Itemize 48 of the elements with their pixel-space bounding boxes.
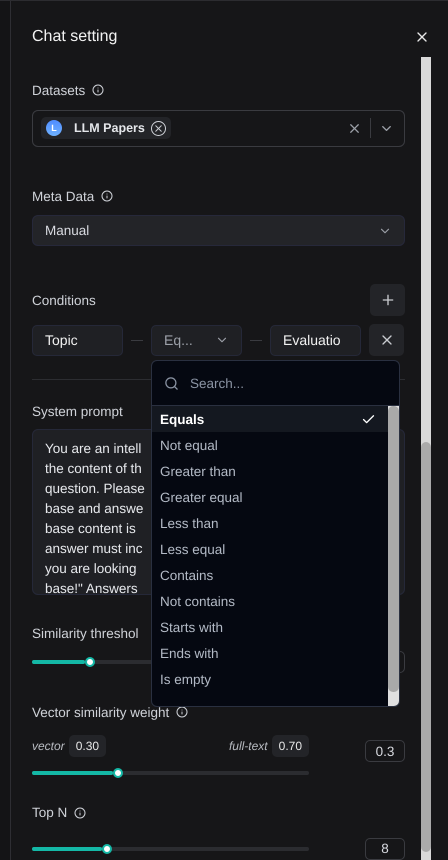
add-button[interactable] <box>370 284 405 316</box>
condition-field[interactable]: Topic <box>32 324 123 356</box>
weight-label: full-text <box>228 739 268 754</box>
slider-track[interactable] <box>32 771 309 776</box>
menu-option[interactable]: Starts with <box>152 614 388 640</box>
info-icon <box>74 806 86 819</box>
remove-button[interactable] <box>369 324 404 356</box>
field-label: Datasets <box>32 82 86 98</box>
menu-option[interactable]: Equals <box>152 406 388 432</box>
slider-handle[interactable] <box>85 656 96 667</box>
search-field[interactable]: Search... <box>188 374 387 392</box>
slider-track[interactable] <box>32 846 309 851</box>
field-label: Top N <box>32 805 68 820</box>
value-field[interactable]: 8 <box>365 838 405 860</box>
field-label: Vector similarity weight <box>32 704 170 720</box>
value-field[interactable]: 0.3 <box>365 740 405 762</box>
weight-label: vector <box>32 739 65 754</box>
info-icon <box>101 190 114 202</box>
menu-option[interactable]: Not contains <box>152 588 388 614</box>
menu-scrollbar[interactable] <box>388 406 399 706</box>
menu-option[interactable]: Greater than <box>152 458 388 484</box>
menu-option[interactable]: Ends with <box>152 640 388 666</box>
field-label: System prompt <box>32 404 123 419</box>
menu-option[interactable]: Greater equal <box>152 484 388 510</box>
operator-select[interactable]: Eq... <box>151 324 242 356</box>
panel-scrollbar[interactable] <box>421 57 431 860</box>
dataset-avatar: L <box>46 120 62 136</box>
field-label: Meta Data <box>32 188 94 204</box>
remove-icon[interactable] <box>150 120 166 136</box>
dataset-select[interactable]: L LLM Papers <box>32 110 405 147</box>
menu-option[interactable]: Contains <box>152 562 388 588</box>
menu-option[interactable]: Less equal <box>152 536 388 562</box>
menu-option[interactable]: Is empty <box>152 666 388 692</box>
weight-value: 0.70 <box>272 735 309 758</box>
dialog-title: Chat setting <box>32 28 118 46</box>
meta-data-select[interactable]: Manual <box>32 215 405 246</box>
info-icon <box>92 84 104 96</box>
search-icon <box>164 376 179 391</box>
info-icon <box>176 706 188 718</box>
slider-handle[interactable] <box>112 768 123 778</box>
field-label: Similarity threshol <box>32 626 139 642</box>
tag-label: LLM Papers <box>74 121 145 136</box>
weight-value: 0.30 <box>68 735 106 758</box>
condition-value[interactable]: Evaluatio <box>270 324 361 356</box>
field-label: Conditions <box>32 292 96 308</box>
slider-handle[interactable] <box>102 844 112 854</box>
menu-option[interactable]: Not equal <box>152 432 388 458</box>
menu-option[interactable]: Less than <box>152 510 388 536</box>
